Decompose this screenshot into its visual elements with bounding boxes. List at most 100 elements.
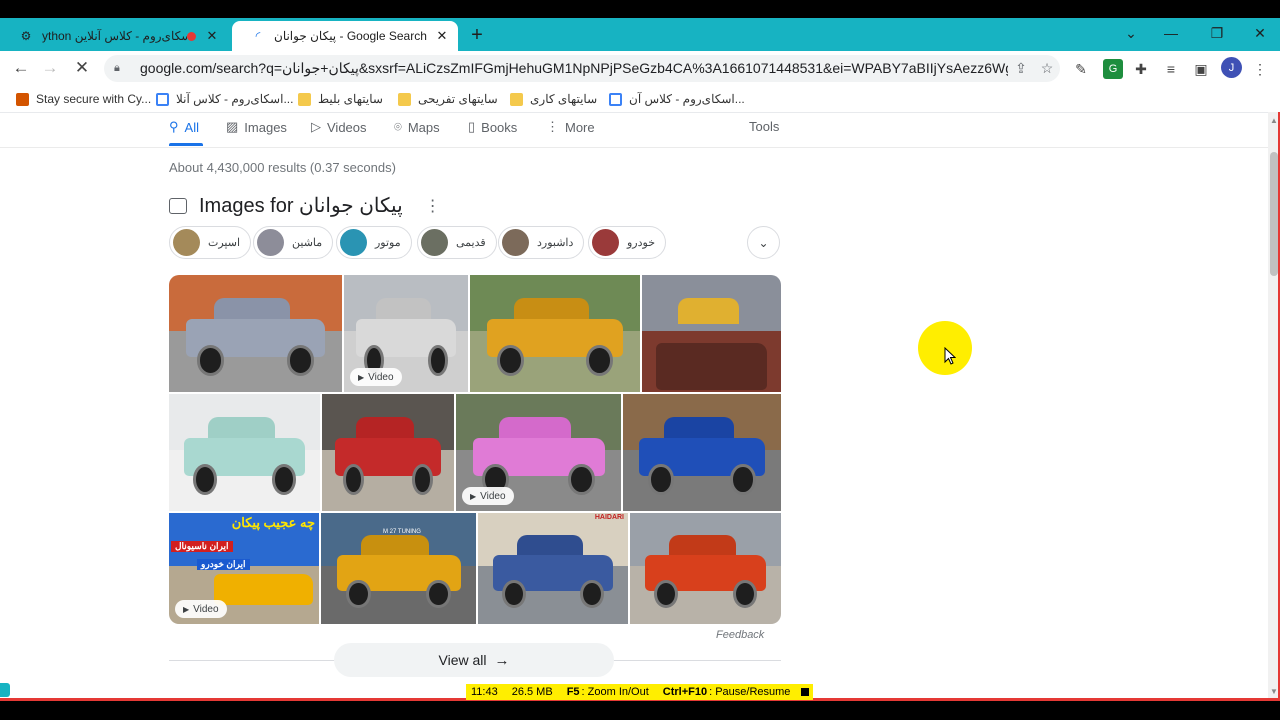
tab-maps[interactable]: ⌾ Maps <box>394 119 440 135</box>
bookmark-skyroom-2[interactable]: اسکای‌روم - کلاس آن... <box>609 90 745 108</box>
tab-label: Videos <box>327 119 367 135</box>
chip-dashboard[interactable]: داشبورد <box>498 226 585 259</box>
images-section-title: Images for پیکان جوانان <box>199 195 403 217</box>
image-icon: ▨ <box>226 119 239 134</box>
close-tab-icon[interactable]: ✕ <box>432 26 452 46</box>
bookmark-stay-secure[interactable]: Stay secure with Cy... <box>16 90 151 108</box>
profile-avatar[interactable]: J <box>1221 57 1242 78</box>
chip-sport[interactable]: اسپرت <box>169 226 252 259</box>
loading-spinner-icon: ◜ <box>255 29 261 43</box>
scroll-down-arrow-icon[interactable]: ▼ <box>1270 687 1278 696</box>
tab-more[interactable]: ⋮ More <box>546 119 595 135</box>
bookmark-folder-work[interactable]: سایتهای کاری <box>510 90 597 108</box>
chip-label: موتور <box>375 237 401 249</box>
zoom-hotkey: F5 <box>566 686 580 698</box>
chip-engine[interactable]: موتور <box>336 226 412 259</box>
scroll-up-arrow-icon[interactable]: ▲ <box>1270 116 1278 125</box>
overlay-label: ایران خودرو <box>197 559 250 570</box>
restore-button[interactable]: ❐ <box>1202 22 1232 44</box>
back-button[interactable]: ← <box>9 57 33 79</box>
tab-videos[interactable]: ▷ Videos <box>311 119 367 135</box>
image-result[interactable] <box>169 394 320 511</box>
bookmark-folder-fun[interactable]: سایتهای تفریحی <box>398 90 498 108</box>
recording-size: 26.5 MB <box>511 686 553 698</box>
extensions-puzzle-icon[interactable]: ✚ <box>1131 59 1151 79</box>
tabs-divider <box>0 147 1268 148</box>
more-vertical-icon: ⋮ <box>546 119 559 134</box>
bottom-black-bar <box>0 701 1280 720</box>
tab-all[interactable]: ⚲ All <box>169 119 199 135</box>
url-text[interactable]: google.com/search?q=پیکان+جوانان&sxsrf=A… <box>140 60 1008 77</box>
image-result[interactable]: HAIDARI <box>478 513 628 624</box>
stop-loading-button[interactable]: ✕ <box>70 57 94 79</box>
feedback-link[interactable]: Feedback <box>716 629 764 641</box>
stop-recording-icon[interactable] <box>801 688 809 696</box>
side-panel-icon[interactable]: ▣ <box>1191 59 1211 79</box>
image-result[interactable] <box>642 275 781 392</box>
book-icon: ▯ <box>468 119 476 134</box>
recording-indicator-icon <box>187 31 196 41</box>
image-result[interactable]: ▶ Video <box>456 394 621 511</box>
chips-expand-chevron-icon[interactable]: ⌄ <box>747 226 780 259</box>
video-badge: ▶ Video <box>350 368 402 386</box>
pause-hotkey: Ctrl+F10 <box>662 686 708 698</box>
minimize-button[interactable]: — <box>1156 22 1186 44</box>
close-tab-icon[interactable]: ✕ <box>202 26 222 46</box>
chip-vehicle[interactable]: خودرو <box>588 226 667 259</box>
forward-button[interactable]: → <box>38 57 62 79</box>
tab-images[interactable]: ▨ Images <box>226 119 287 135</box>
image-result[interactable] <box>623 394 781 511</box>
view-all-button[interactable]: View all → <box>334 643 614 677</box>
close-window-button[interactable]: ✕ <box>1245 22 1275 44</box>
eyedropper-extension-icon[interactable]: ✎ <box>1071 59 1091 79</box>
tab-google-search[interactable]: ◜ پیکان جوانان - Google Search ✕ <box>232 21 458 51</box>
bookmark-star-icon[interactable]: ☆ <box>1034 60 1060 77</box>
menu-kebab-icon[interactable]: ⋮ <box>1250 59 1270 79</box>
image-result[interactable]: چه عجیب پیکان ایران ناسیونال ایران خودرو… <box>169 513 319 624</box>
view-all-label: View all <box>438 652 487 668</box>
chip-label: اسپرت <box>208 237 241 249</box>
more-options-icon[interactable]: ⋮ <box>425 196 441 216</box>
skyroom-favicon-icon: ⚙ <box>20 29 32 43</box>
tab-search-chevron-icon[interactable]: ⌄ <box>1116 22 1146 44</box>
tools-label: Tools <box>749 119 780 134</box>
new-tab-button[interactable]: + <box>466 24 488 46</box>
chip-thumbnail <box>502 229 529 256</box>
tools-button[interactable]: Tools <box>749 119 779 134</box>
media-control-icon[interactable]: ≡ <box>1161 59 1181 79</box>
lock-icon[interactable]: 🔒︎ <box>114 62 128 75</box>
chip-thumbnail <box>173 229 200 256</box>
result-stats: About 4,430,000 results (0.37 seconds) <box>169 160 396 175</box>
folder-icon <box>298 92 311 106</box>
image-result[interactable] <box>470 275 640 392</box>
zoom-hotkey-label: : Zoom In/Out <box>581 686 649 698</box>
bookmark-label: سایتهای کاری <box>530 92 598 106</box>
chip-thumbnail <box>592 229 619 256</box>
grammar-extension-icon[interactable]: G <box>1103 59 1123 79</box>
image-result[interactable] <box>630 513 781 624</box>
top-black-bar <box>0 0 1280 18</box>
video-badge-label: Video <box>368 371 394 383</box>
tab-books[interactable]: ▯ Books <box>468 119 517 135</box>
address-bar[interactable]: 🔒︎ google.com/search?q=پیکان+جوانان&sxsr… <box>104 55 1060 82</box>
image-result[interactable] <box>322 394 454 511</box>
chip-old[interactable]: قدیمی <box>417 226 497 259</box>
chip-label: قدیمی <box>456 237 486 249</box>
share-icon[interactable]: ⇪ <box>1008 60 1034 77</box>
scrollbar-thumb[interactable] <box>1270 152 1278 276</box>
bookmark-folder-tickets[interactable]: سایتهای بلیط <box>298 90 383 108</box>
folder-icon <box>398 92 411 106</box>
bookmark-label: Stay secure with Cy... <box>36 92 152 106</box>
screen: ⚙ ython اسکای‌روم - کلاس آنلاین ✕ ◜ پیکا… <box>0 0 1280 720</box>
tab-skyroom[interactable]: ⚙ ython اسکای‌روم - کلاس آنلاین ✕ <box>0 21 228 51</box>
image-result[interactable] <box>169 275 342 392</box>
chip-car[interactable]: ماشین <box>253 226 334 259</box>
image-result[interactable]: M 27 TUNING <box>321 513 476 624</box>
image-result[interactable]: ▶ Video <box>344 275 468 392</box>
bookmark-skyroom-1[interactable]: اسکای‌روم - کلاس آنلا... <box>156 90 293 108</box>
plate-text: M 27 TUNING <box>383 528 421 535</box>
overlay-title: چه عجیب پیکان <box>231 515 315 530</box>
tab-label: More <box>565 119 595 135</box>
map-pin-icon: ⌾ <box>394 119 402 134</box>
globe-icon <box>609 92 622 106</box>
